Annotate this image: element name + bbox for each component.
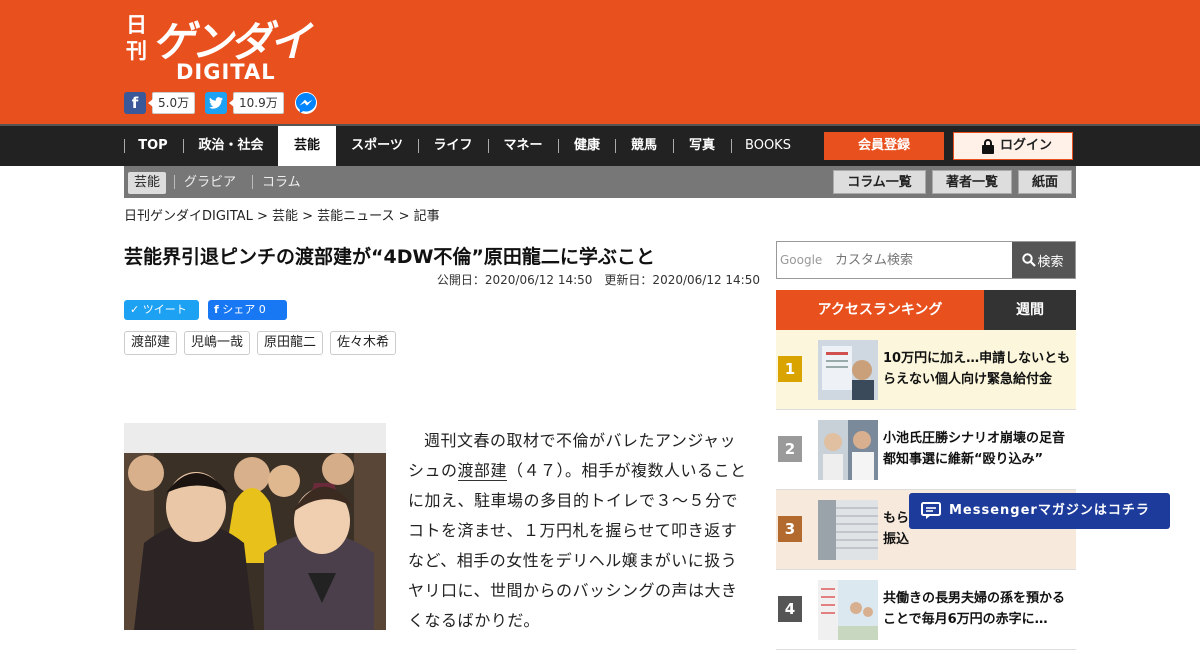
- tab-access-ranking[interactable]: アクセスランキング: [776, 290, 984, 330]
- subnav-entertainment[interactable]: 芸能: [128, 172, 166, 194]
- article-photo: [124, 423, 386, 630]
- nav-money[interactable]: マネー: [491, 126, 555, 166]
- article-body-link[interactable]: 渡部建: [457, 461, 508, 481]
- messenger-label: Messengerマガジンはコチラ: [949, 503, 1150, 518]
- tag-item[interactable]: 原田龍二: [257, 331, 324, 355]
- logo-kanji: 日刊: [126, 12, 147, 63]
- article-photo-image: [124, 423, 386, 630]
- nav-divider: [673, 139, 674, 153]
- article-body-text: （４７）。相手が複数人いることに加え、駐車場の多目的トイレで３～５分でコトを済ま…: [408, 461, 747, 630]
- twitter-share[interactable]: 10.9万: [205, 90, 284, 116]
- article-body: 週刊文春の取材で不倫がバレたアンジャッシュの渡部建（４７）。相手が複数人いること…: [408, 426, 748, 636]
- ranking-thumbnail: [818, 420, 878, 480]
- subnav-divider: [174, 175, 175, 189]
- article-dates: 公開日：2020/06/12 14:50 更新日：2020/06/12 14:5…: [436, 273, 760, 287]
- ranking-tabs: アクセスランキング 週間: [776, 290, 1076, 330]
- article-title: 芸能界引退ピンチの渡部建が“4DW不倫”原田龍二に学ぶこと: [124, 246, 655, 268]
- breadcrumb[interactable]: 日刊ゲンダイDIGITAL > 芸能 > 芸能ニュース > 記事: [124, 205, 440, 224]
- register-button[interactable]: 会員登録: [824, 132, 944, 160]
- rank-number: 1: [778, 356, 802, 382]
- ranking-title: 小池氏圧勝シナリオ崩壊の足音 都知事選に維新“殴り込み”: [883, 431, 1066, 467]
- ranking-thumbnail: [818, 580, 878, 640]
- subnav-gravure[interactable]: グラビア: [184, 172, 236, 194]
- site-logo[interactable]: 日刊 ゲンダイ DIGITAL: [126, 8, 311, 86]
- paper-button[interactable]: 紙面: [1018, 170, 1072, 194]
- nav-keiba[interactable]: 競馬: [618, 126, 670, 166]
- messenger-magazine-button[interactable]: Messengerマガジンはコチラ: [909, 493, 1170, 529]
- search-button[interactable]: 検索: [1012, 242, 1075, 278]
- messenger-share[interactable]: [294, 91, 318, 119]
- nav-entertainment[interactable]: 芸能: [278, 126, 336, 166]
- share-label: シェア 0: [222, 303, 266, 316]
- rank-number: 3: [778, 516, 802, 542]
- tab-weekly[interactable]: 週間: [984, 290, 1076, 330]
- nav-photo[interactable]: 写真: [676, 126, 728, 166]
- subnav-divider: [252, 175, 253, 189]
- chat-icon: [921, 502, 941, 519]
- nav-health[interactable]: 健康: [561, 126, 613, 166]
- ranking-title: 10万円に加え…申請しないともらえない個人向け緊急給付金: [883, 351, 1071, 387]
- logo-digital: DIGITAL: [176, 60, 276, 84]
- login-button[interactable]: ログイン: [953, 132, 1073, 160]
- twitter-count: 10.9万: [229, 92, 284, 114]
- rank-number: 2: [778, 436, 802, 462]
- nav-politics[interactable]: 政治・社会: [186, 126, 276, 166]
- facebook-share[interactable]: f 5.0万: [124, 90, 196, 116]
- ranking-item[interactable]: 2 小池氏圧勝シナリオ崩壊の足音 都知事選に維新“殴り込み”: [776, 410, 1076, 490]
- nav-divider: [124, 139, 125, 153]
- search-icon: [1022, 253, 1036, 267]
- nav-books[interactable]: BOOKS: [734, 126, 802, 166]
- nav-divider: [558, 139, 559, 153]
- messenger-icon: [295, 92, 317, 114]
- facebook-count: 5.0万: [147, 92, 196, 114]
- main-nav: TOP 政治・社会 芸能 スポーツ ライフ マネー 健康 競馬 写真 BOOKS…: [0, 124, 1200, 166]
- sub-nav: 芸能 グラビア コラム コラム一覧 著者一覧 紙面: [124, 166, 1076, 198]
- tag-item[interactable]: 児嶋一哉: [184, 331, 251, 355]
- nav-sports[interactable]: スポーツ: [340, 126, 414, 166]
- search-box: Google 検索: [776, 241, 1076, 279]
- site-header: 日刊 ゲンダイ DIGITAL f 5.0万 10.9万: [0, 0, 1200, 124]
- twitter-icon: [205, 92, 227, 114]
- login-label: ログイン: [1000, 138, 1053, 153]
- ranking-thumbnail: [818, 500, 878, 560]
- tweet-button[interactable]: ✓ ツイート: [124, 300, 199, 320]
- lock-icon: [982, 139, 994, 154]
- nav-life[interactable]: ライフ: [421, 126, 485, 166]
- search-input[interactable]: [777, 242, 1013, 278]
- ranking-title: 共働きの長男夫婦の孫を預かることで毎月6万円の赤字に…: [883, 591, 1066, 627]
- ranking-item[interactable]: 1 10万円に加え…申請しないともらえない個人向け緊急給付金: [776, 330, 1076, 410]
- author-list-button[interactable]: 著者一覧: [932, 170, 1012, 194]
- rank-number: 4: [778, 596, 802, 622]
- nav-divider: [731, 139, 732, 153]
- tag-item[interactable]: 佐々木希: [330, 331, 397, 355]
- nav-divider: [615, 139, 616, 153]
- tweet-label: ツイート: [142, 303, 187, 316]
- nav-divider: [488, 139, 489, 153]
- facebook-icon: f: [124, 92, 146, 114]
- tag-item[interactable]: 渡部建: [124, 331, 178, 355]
- column-list-button[interactable]: コラム一覧: [833, 170, 926, 194]
- fb-share-button[interactable]: f シェア 0: [208, 300, 287, 320]
- subnav-column[interactable]: コラム: [262, 172, 301, 194]
- nav-top[interactable]: TOP: [127, 126, 179, 166]
- nav-divider: [183, 139, 184, 153]
- ranking-thumbnail: [818, 340, 878, 400]
- twitter-icon: ✓: [130, 303, 140, 316]
- facebook-icon: f: [214, 303, 219, 316]
- search-button-label: 検索: [1037, 254, 1064, 270]
- ranking-item[interactable]: 4 共働きの長男夫婦の孫を預かることで毎月6万円の赤字に…: [776, 570, 1076, 650]
- nav-divider: [418, 139, 419, 153]
